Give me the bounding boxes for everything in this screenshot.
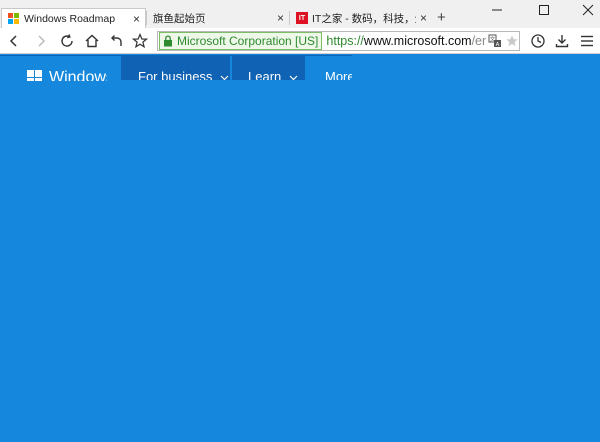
download-icon	[555, 35, 569, 48]
ithome-icon: IT	[296, 12, 308, 24]
history-button[interactable]	[529, 32, 547, 50]
minimize-icon[interactable]	[490, 3, 504, 17]
microsoft-logo-icon	[8, 12, 20, 25]
address-bar[interactable]: Microsoft Corporation [US] https://www.m…	[157, 31, 520, 51]
star-icon	[132, 33, 148, 49]
nav-more[interactable]: More	[307, 55, 352, 80]
ev-organization-label: Microsoft Corporation [US]	[177, 34, 319, 48]
close-tab-icon[interactable]: ×	[277, 10, 284, 26]
forward-button[interactable]	[32, 32, 50, 50]
forward-arrow-icon	[38, 35, 46, 47]
url-text[interactable]: https://www.microsoft.com/en	[326, 34, 489, 48]
url-host: www.microsoft.com	[363, 34, 472, 48]
site-logo-text: Windows	[49, 69, 107, 81]
tab-title: 旗鱼起始页	[153, 12, 206, 25]
new-tab-button[interactable]: +	[437, 9, 446, 27]
back-arrow-icon	[9, 35, 17, 47]
reload-button[interactable]	[58, 32, 76, 50]
reload-icon	[61, 34, 73, 47]
close-tab-icon[interactable]: ×	[133, 11, 140, 27]
ev-certificate-badge[interactable]: Microsoft Corporation [US]	[159, 32, 323, 50]
downloads-button[interactable]	[553, 32, 571, 50]
loading-overlay	[352, 64, 600, 94]
web-page: Windows For business Learn More	[0, 55, 600, 442]
nav-label: More	[325, 69, 352, 80]
svg-text:A: A	[496, 42, 500, 48]
back-button[interactable]	[5, 32, 23, 50]
nav-label: For business	[138, 69, 213, 80]
lock-icon	[164, 35, 172, 47]
nav-for-business[interactable]: For business	[121, 55, 230, 80]
windows-logo-icon	[27, 70, 42, 81]
home-icon	[85, 34, 99, 48]
bookmark-button[interactable]	[131, 32, 149, 50]
undo-icon	[111, 35, 122, 46]
tab-ithome[interactable]: IT IT之家 - 数码，科技，生活 ×	[290, 8, 432, 28]
hamburger-menu-icon	[581, 35, 593, 47]
translate-icon[interactable]: 文 A	[488, 34, 502, 48]
tab-windows-roadmap[interactable]: Windows Roadmap ×	[1, 8, 146, 28]
favorite-star-icon[interactable]	[505, 34, 519, 48]
chevron-down-icon	[220, 75, 229, 80]
tab-strip: Windows Roadmap × 旗鱼起始页 × IT IT之家 - 数码，科…	[0, 0, 600, 28]
close-tab-icon[interactable]: ×	[420, 10, 427, 26]
close-window-icon[interactable]	[581, 3, 595, 17]
maximize-icon[interactable]	[537, 3, 551, 17]
nav-label: Learn	[248, 69, 282, 80]
home-button[interactable]	[83, 32, 101, 50]
windows-home-link[interactable]: Windows	[27, 67, 107, 81]
tab-qiyu-start-page[interactable]: 旗鱼起始页 ×	[147, 8, 289, 28]
clock-icon	[531, 34, 545, 48]
chevron-down-icon	[289, 75, 298, 80]
tab-title: IT之家 - 数码，科技，生活	[312, 12, 416, 25]
undo-close-tab-button[interactable]	[107, 32, 125, 50]
url-scheme: https://	[326, 34, 364, 48]
menu-button[interactable]	[578, 32, 596, 50]
navigation-bar: Microsoft Corporation [US] https://www.m…	[0, 28, 600, 54]
address-bar-actions: 文 A	[486, 32, 519, 50]
nav-learn[interactable]: Learn	[232, 55, 305, 80]
tab-title: Windows Roadmap	[24, 12, 116, 25]
